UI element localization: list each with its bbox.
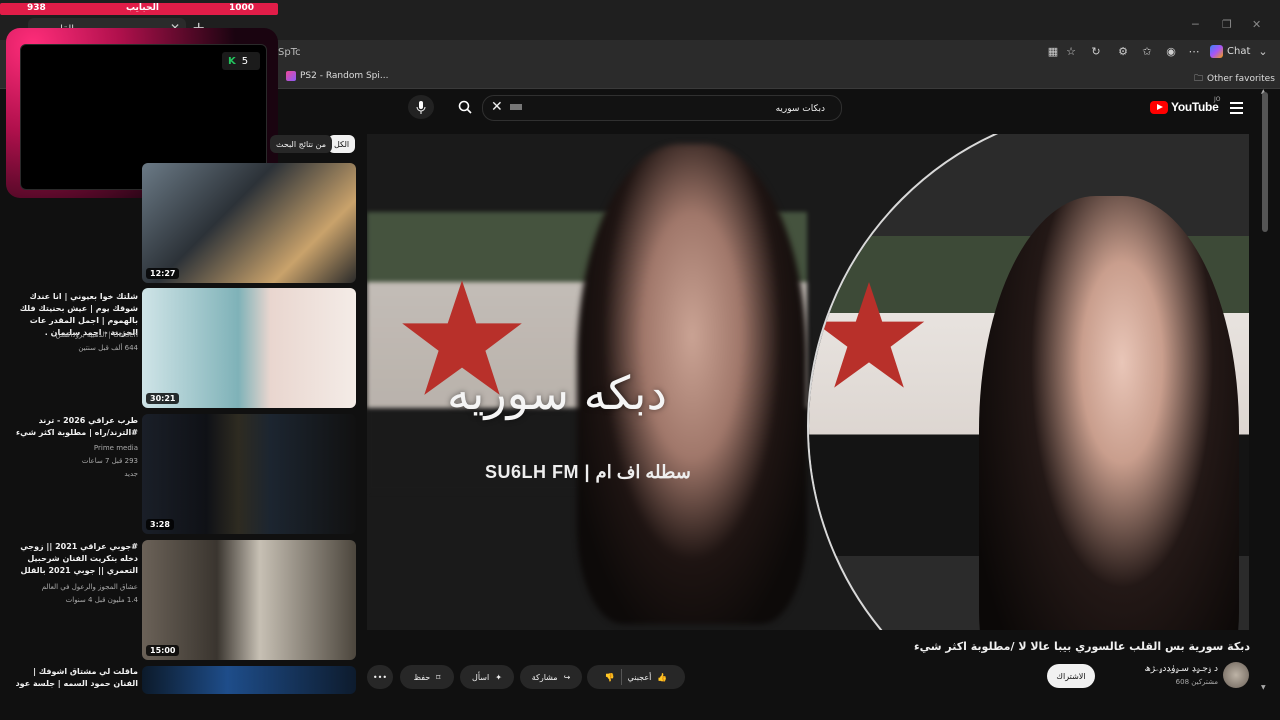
youtube-logo-text: YouTube xyxy=(1171,100,1219,114)
youtube-play-icon xyxy=(1150,100,1168,114)
duration-badge: 3:28 xyxy=(146,519,174,530)
search-box xyxy=(482,95,842,121)
subscriber-count: 608 مشتركين xyxy=(1175,678,1218,686)
scroll-down-icon[interactable]: ▼ xyxy=(1261,684,1266,691)
clear-search-icon[interactable]: ✕ xyxy=(491,99,503,115)
rec-thumbnail[interactable]: 15:00 xyxy=(142,540,356,660)
youtube-logo[interactable]: YouTube xyxy=(1150,100,1219,114)
other-favorites-label: Other favorites xyxy=(1207,74,1275,84)
app-icon[interactable]: ▦ xyxy=(1046,45,1060,59)
channel-name[interactable]: د ۏجـﯠﮃ ﺳـﯠﯛﮃﺩﯠۦﮋﮪ xyxy=(1100,664,1218,674)
duration-badge: 12:27 xyxy=(146,268,180,279)
chip-from-search[interactable]: من نتائج البحث xyxy=(270,135,333,153)
divider xyxy=(620,669,622,685)
chat-label: Chat xyxy=(1227,46,1251,57)
share-button[interactable]: مشاركة ↪ xyxy=(520,665,582,689)
share-icon: ↪ xyxy=(563,672,571,682)
like-icon[interactable]: 👍 xyxy=(657,673,667,682)
subscribe-button[interactable]: الاشتراك xyxy=(1047,664,1095,688)
video-title: دبكة سورية بس القلب عالسوري بيبا عالا لا… xyxy=(914,640,1250,653)
video-circle-frame xyxy=(807,134,1249,630)
video-figure-right xyxy=(979,196,1239,630)
video-player[interactable]: دبكه سوريه SU6LH FM | سطله اف ام xyxy=(367,134,1249,630)
folder-icon: 🗀 xyxy=(1194,74,1204,84)
sparkle-icon: ✦ xyxy=(495,672,502,682)
bookmark-item[interactable]: PS2 - Random Spi... xyxy=(286,71,388,81)
video-overlay-subtitle: SU6LH FM | سطله اف ام xyxy=(485,462,691,482)
rec-thumbnail[interactable] xyxy=(142,666,356,694)
more-icon[interactable]: ⋯ xyxy=(1187,45,1201,59)
extensions-icon[interactable]: ⚙ xyxy=(1116,45,1130,59)
rec-channel[interactable]: عشاق المجوز والرعول في العالم xyxy=(10,582,138,593)
health-right-value: 1000 xyxy=(229,3,255,13)
ask-label: اسأل xyxy=(472,672,490,682)
other-favorites[interactable]: 🗀 Other favorites xyxy=(1194,71,1275,87)
maximize-icon[interactable]: ❐ xyxy=(1222,18,1232,31)
more-actions-button[interactable]: ••• xyxy=(367,665,393,689)
refresh-icon[interactable]: ↻ xyxy=(1089,45,1103,59)
rec-meta: 644 ألف قبل سنتين xyxy=(78,344,138,352)
close-window-icon[interactable]: ✕ xyxy=(1252,18,1261,31)
search-input[interactable] xyxy=(523,100,827,118)
rec-thumbnail[interactable]: 12:27 xyxy=(142,163,356,283)
rec-thumbnail[interactable]: 3:28 xyxy=(142,414,356,534)
mic-icon xyxy=(416,100,426,114)
health-bar: 938 الحبايب 1000 xyxy=(0,3,278,15)
scrollbar-thumb[interactable] xyxy=(1262,92,1268,232)
chip-all[interactable]: الكل xyxy=(328,135,356,153)
screen: ج ريه بس القلب ✕ + ─ ❐ ✕ SpTc ▦ ☆ ↻ ⚙ ✩ … xyxy=(0,0,1280,720)
hamburger-menu-icon[interactable] xyxy=(1230,99,1243,117)
chevron-down-icon[interactable]: ⌄ xyxy=(1256,45,1270,59)
rec-title[interactable]: ماقلت لي مشتاق اشوفك | الفنان حمود السمه… xyxy=(10,666,138,690)
dislike-icon[interactable]: 👎 xyxy=(605,673,615,682)
url-text[interactable]: SpTc xyxy=(278,47,301,58)
rec-channel[interactable]: Prime media xyxy=(10,443,138,454)
search-button[interactable] xyxy=(452,95,478,119)
chat-button[interactable]: Chat xyxy=(1210,45,1250,58)
rec-meta: 1.4 مليون قبل 4 سنوات xyxy=(65,596,138,604)
more-horizontal-icon: ••• xyxy=(372,672,388,682)
rec-channel[interactable]: Golden | الذهبية بروداكشن xyxy=(10,330,138,341)
health-center-label: الحبايب xyxy=(126,3,159,13)
rec-title[interactable]: #جوبي عراقي 2021 || زوجي دخله بتكريت الف… xyxy=(10,541,138,577)
favorites-icon[interactable]: ✩ xyxy=(1140,45,1154,59)
like-dislike-group: 👎 أعجبني 👍 xyxy=(587,665,685,689)
bookmark-icon xyxy=(286,71,296,81)
duration-badge: 15:00 xyxy=(146,645,180,656)
channel-avatar[interactable] xyxy=(1223,662,1249,688)
kick-icon: K xyxy=(228,55,236,67)
profile-icon[interactable]: ◉ xyxy=(1164,45,1178,59)
kick-score-badge: K 5 xyxy=(222,52,260,70)
rec-meta: 293 قبل 7 ساعات xyxy=(81,457,138,465)
health-left-value: 938 xyxy=(27,3,46,13)
bookmark-save-icon: ⌑ xyxy=(436,672,441,682)
save-button[interactable]: حفظ ⌑ xyxy=(400,665,454,689)
minimize-icon[interactable]: ─ xyxy=(1192,18,1199,31)
rec-title[interactable]: طرب عراقي 2026 - ترند #الترند/راه | مطلو… xyxy=(10,415,138,439)
duration-badge: 30:21 xyxy=(146,393,180,404)
copilot-icon xyxy=(1210,45,1223,58)
bookmark-label: PS2 - Random Spi... xyxy=(300,71,389,81)
country-code: JO xyxy=(1214,96,1221,103)
save-label: حفظ xyxy=(413,672,431,682)
star-icon-right xyxy=(813,282,925,388)
video-overlay-title: دبكه سوريه xyxy=(447,366,667,420)
new-badge: جديد xyxy=(124,470,138,478)
like-label[interactable]: أعجبني xyxy=(628,673,652,682)
favorite-star-icon[interactable]: ☆ xyxy=(1064,45,1078,59)
search-caret xyxy=(510,104,522,110)
score-value: 5 xyxy=(241,55,249,67)
share-label: مشاركة xyxy=(531,672,558,682)
voice-search-button[interactable] xyxy=(408,95,434,119)
ask-button[interactable]: اسأل ✦ xyxy=(460,665,514,689)
search-icon xyxy=(458,100,472,114)
rec-thumbnail[interactable]: 30:21 xyxy=(142,288,356,408)
